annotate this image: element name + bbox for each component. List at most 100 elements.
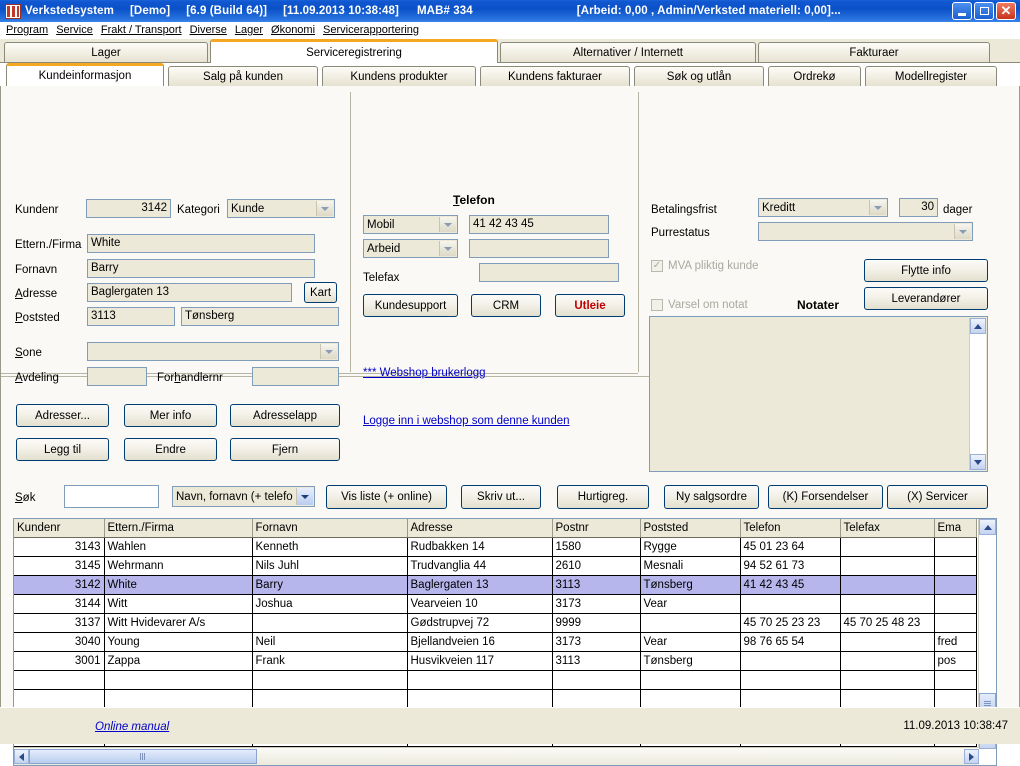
adresselapp-button[interactable]: Adresselapp <box>230 404 340 427</box>
cell-kundenr[interactable]: 3001 <box>14 651 105 671</box>
table-row[interactable]: 3145 Wehrmann Nils Juhl Trudvanglia 44 2610 M… <box>14 556 977 576</box>
cell-email[interactable] <box>934 575 977 595</box>
cell-telefon[interactable]: 94 52 61 73 <box>740 556 841 576</box>
cell-kundenr[interactable]: 3142 <box>14 575 105 595</box>
subtab-ordreko[interactable]: Ordrekø <box>768 66 861 86</box>
subtab-kundeinformasjon[interactable]: Kundeinformasjon <box>6 63 164 86</box>
cell-postnr[interactable]: 3173 <box>552 632 641 652</box>
dager-field[interactable]: 30 <box>899 198 938 217</box>
postnr-field[interactable]: 3113 <box>87 307 175 326</box>
maximize-button[interactable] <box>974 2 994 20</box>
mer-info-button[interactable]: Mer info <box>124 404 217 427</box>
table-row[interactable]: 3137 Witt Hvidevarer A/s Gødstrupvej 72 999… <box>14 613 977 633</box>
cell-fornavn[interactable]: Kenneth <box>252 537 408 557</box>
cell-fornavn[interactable] <box>252 613 408 633</box>
table-row[interactable]: 3143 Wahlen Kenneth Rudbakken 14 1580 Rygge 45… <box>14 537 977 557</box>
menu-frakt-transport[interactable]: Frakt / Transport <box>99 24 188 36</box>
cell-poststed[interactable] <box>640 670 741 690</box>
etternavn-field[interactable]: White <box>87 234 315 253</box>
col-etternavn[interactable]: Ettern./Firma <box>104 519 253 538</box>
telefax-field[interactable] <box>479 263 619 282</box>
cell-telefax[interactable] <box>840 575 935 595</box>
cell-telefon[interactable] <box>740 670 841 690</box>
cell-telefax[interactable] <box>840 594 935 614</box>
cell-email[interactable] <box>934 670 977 690</box>
cell-poststed[interactable] <box>640 613 741 633</box>
cell-telefon[interactable]: 45 70 25 23 23 <box>740 613 841 633</box>
cell-adresse[interactable]: Rudbakken 14 <box>407 537 553 557</box>
leverandorer-button[interactable]: Leverandører <box>864 287 988 310</box>
cell-email[interactable] <box>934 537 977 557</box>
cell-etternavn[interactable]: White <box>104 575 253 595</box>
cell-fornavn[interactable]: Nils Juhl <box>252 556 408 576</box>
cell-adresse[interactable]: Gødstrupvej 72 <box>407 613 553 633</box>
forsendelser-button[interactable]: (K) Forsendelser <box>768 485 883 509</box>
cell-poststed[interactable]: Tønsberg <box>640 575 741 595</box>
forhandlernr-field[interactable] <box>252 367 339 386</box>
cell-poststed[interactable] <box>640 689 741 709</box>
cell-poststed[interactable]: Mesnali <box>640 556 741 576</box>
legg-til-button[interactable]: Legg til <box>16 438 109 461</box>
menu-okonomi[interactable]: Økonomi <box>269 24 321 36</box>
fjern-button[interactable]: Fjern <box>230 438 340 461</box>
flytte-info-button[interactable]: Flytte info <box>864 259 988 282</box>
cell-kundenr[interactable]: 3137 <box>14 613 105 633</box>
grid-scroll-left-button[interactable] <box>14 749 29 764</box>
scroll-up-button[interactable] <box>970 318 986 334</box>
col-telefon[interactable]: Telefon <box>740 519 841 538</box>
cell-etternavn[interactable]: Wehrmann <box>104 556 253 576</box>
adresse-field[interactable]: Baglergaten 13 <box>87 283 292 302</box>
webshop-login-link[interactable]: Logge inn i webshop som denne kunden <box>363 415 570 427</box>
cell-postnr[interactable]: 3113 <box>552 575 641 595</box>
cell-kundenr[interactable]: 3040 <box>14 632 105 652</box>
cell-email[interactable]: pos <box>934 651 977 671</box>
cell-poststed[interactable]: Vear <box>640 594 741 614</box>
col-poststed[interactable]: Poststed <box>640 519 741 538</box>
ny-salgsordre-button[interactable]: Ny salgsordre <box>664 485 759 509</box>
cell-telefax[interactable] <box>840 670 935 690</box>
cell-kundenr[interactable]: 3144 <box>14 594 105 614</box>
close-button[interactable]: ✕ <box>996 2 1016 20</box>
notater-textarea[interactable] <box>649 316 988 472</box>
sone-select[interactable] <box>87 342 339 361</box>
cell-telefax[interactable] <box>840 689 935 709</box>
tab-lager[interactable]: Lager <box>4 42 208 63</box>
cell-kundenr[interactable] <box>14 689 105 709</box>
cell-fornavn[interactable]: Joshua <box>252 594 408 614</box>
kundenr-field[interactable]: 3142 <box>86 199 171 218</box>
hurtigreg-button[interactable]: Hurtigreg. <box>557 485 649 509</box>
crm-button[interactable]: CRM <box>471 294 541 317</box>
cell-telefon[interactable]: 41 42 43 45 <box>740 575 841 595</box>
menu-servicerapportering[interactable]: Servicerapportering <box>321 24 425 36</box>
cell-kundenr[interactable]: 3143 <box>14 537 105 557</box>
cell-etternavn[interactable]: Wahlen <box>104 537 253 557</box>
cell-postnr[interactable]: 2610 <box>552 556 641 576</box>
subtab-salg-pa-kunden[interactable]: Salg på kunden <box>168 66 318 86</box>
subtab-kundens-produkter[interactable]: Kundens produkter <box>322 66 476 86</box>
cell-adresse[interactable] <box>407 670 553 690</box>
cell-fornavn[interactable]: Neil <box>252 632 408 652</box>
col-email[interactable]: Ema <box>934 519 977 538</box>
webshop-brukerlogg-link[interactable]: *** Webshop brukerlogg <box>363 367 486 379</box>
scroll-down-button[interactable] <box>970 454 986 470</box>
cell-postnr[interactable]: 9999 <box>552 613 641 633</box>
phone-number-2-field[interactable] <box>469 239 609 258</box>
tab-serviceregistrering[interactable]: Serviceregistrering <box>210 39 498 63</box>
subtab-sok-og-utlan[interactable]: Søk og utlån <box>634 66 764 86</box>
cell-kundenr[interactable] <box>14 670 105 690</box>
cell-telefax[interactable]: 45 70 25 48 23 <box>840 613 935 633</box>
menu-service[interactable]: Service <box>54 24 99 36</box>
cell-telefax[interactable] <box>840 651 935 671</box>
cell-fornavn[interactable]: Frank <box>252 651 408 671</box>
mva-checkbox-row[interactable]: ✓ MVA pliktig kunde <box>651 260 759 272</box>
cell-postnr[interactable] <box>552 689 641 709</box>
tab-fakturaer[interactable]: Fakturaer <box>758 42 990 63</box>
col-kundenr[interactable]: Kundenr <box>14 519 105 538</box>
cell-fornavn[interactable]: Barry <box>252 575 408 595</box>
table-row[interactable] <box>14 670 977 690</box>
cell-adresse[interactable]: Vearveien 10 <box>407 594 553 614</box>
vis-liste-button[interactable]: Vis liste (+ online) <box>326 485 447 509</box>
minimize-button[interactable] <box>952 2 972 20</box>
online-manual-link[interactable]: Online manual <box>95 721 169 733</box>
cell-adresse[interactable]: Trudvanglia 44 <box>407 556 553 576</box>
